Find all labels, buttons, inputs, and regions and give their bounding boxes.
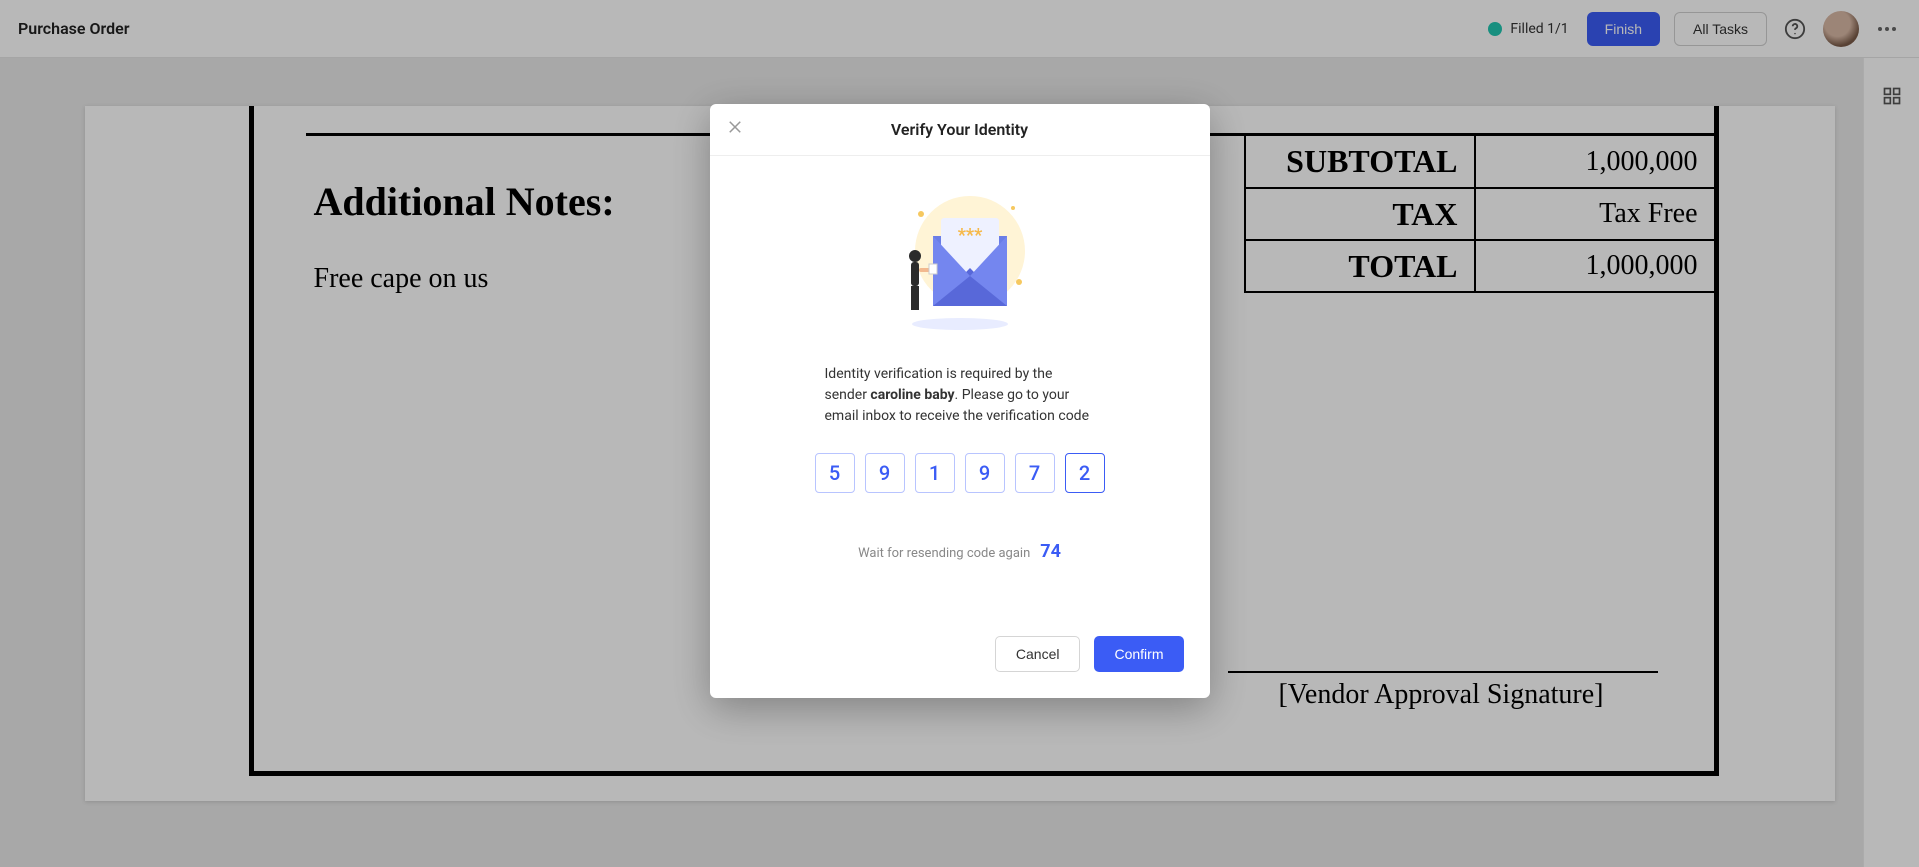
svg-text:***: *** (957, 225, 982, 246)
resend-countdown: 74 (1040, 541, 1061, 562)
code-input-row (815, 453, 1105, 493)
close-icon[interactable] (726, 118, 746, 138)
code-digit-6[interactable] (1065, 453, 1105, 493)
modal-backdrop: Verify Your Identity *** (0, 0, 1919, 867)
code-digit-4[interactable] (965, 453, 1005, 493)
confirm-button[interactable]: Confirm (1094, 636, 1183, 672)
modal-title: Verify Your Identity (891, 120, 1028, 139)
code-digit-5[interactable] (1015, 453, 1055, 493)
code-digit-2[interactable] (865, 453, 905, 493)
envelope-illustration-icon: *** (885, 186, 1035, 336)
verify-identity-modal: Verify Your Identity *** (710, 104, 1210, 698)
code-digit-1[interactable] (815, 453, 855, 493)
modal-description: Identity verification is required by the… (825, 364, 1095, 427)
modal-sender: caroline baby (870, 387, 954, 403)
code-digit-3[interactable] (915, 453, 955, 493)
resend-label: Wait for resending code again (858, 546, 1030, 561)
cancel-button[interactable]: Cancel (995, 636, 1081, 672)
